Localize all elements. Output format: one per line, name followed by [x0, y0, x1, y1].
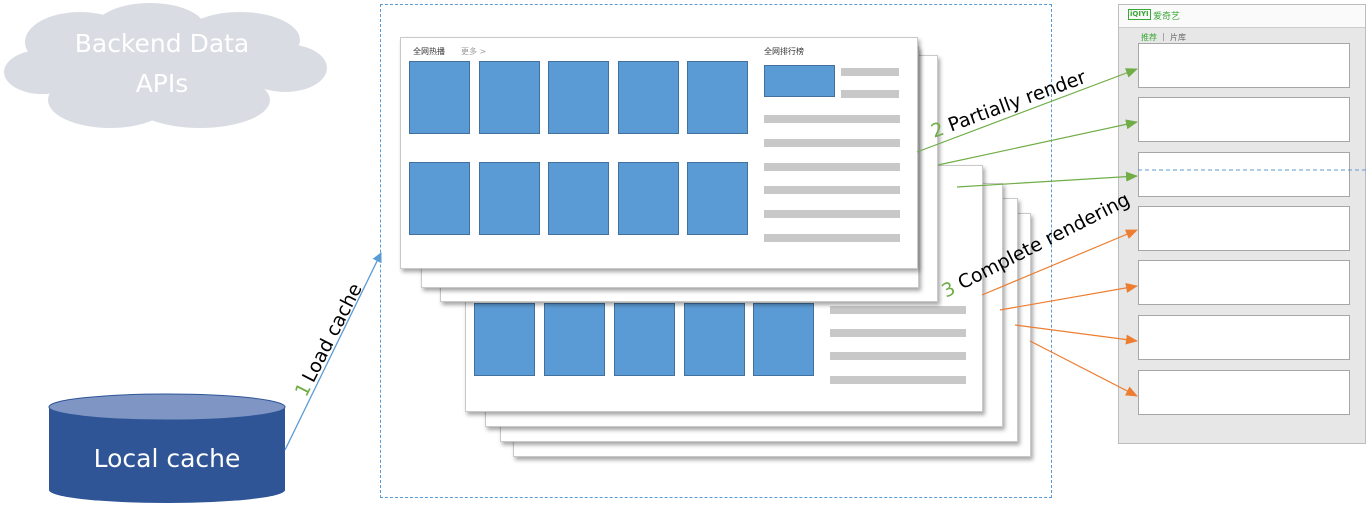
step-2-label: 2Partially render	[928, 66, 1089, 143]
partial-render-arrow	[916, 68, 1138, 153]
step-1-text: Load cache	[298, 280, 367, 386]
step-1-label: 1Load cache	[291, 280, 367, 400]
step-2-number: 2	[928, 118, 947, 143]
complete-render-arrow	[999, 282, 1138, 311]
complete-render-arrow	[1029, 340, 1138, 397]
partial-render-arrow	[956, 171, 1138, 188]
step-3-text: Complete rendering	[954, 189, 1133, 295]
diagram-arrows: 1Load cache 2Partially render 3Complete …	[284, 66, 1369, 451]
step-2-text: Partially render	[945, 66, 1089, 136]
step-3-label: 3Complete rendering	[938, 189, 1133, 303]
complete-render-arrow	[1014, 324, 1138, 345]
step-3-number: 3	[938, 277, 959, 302]
